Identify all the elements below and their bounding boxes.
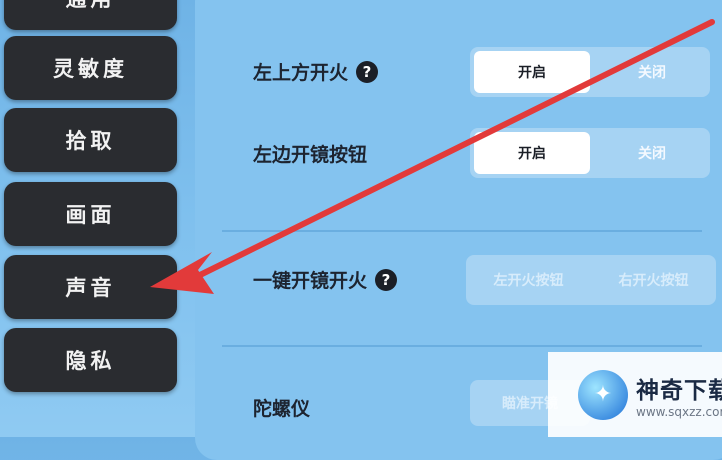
- watermark: ✦ 神奇下载 www.sqxzz.com: [548, 352, 722, 437]
- arrow-shaft: [197, 19, 715, 278]
- watermark-title: 神奇下载: [636, 377, 722, 404]
- watermark-url: www.sqxzz.com: [636, 404, 722, 419]
- watermark-logo-icon: ✦: [578, 369, 628, 420]
